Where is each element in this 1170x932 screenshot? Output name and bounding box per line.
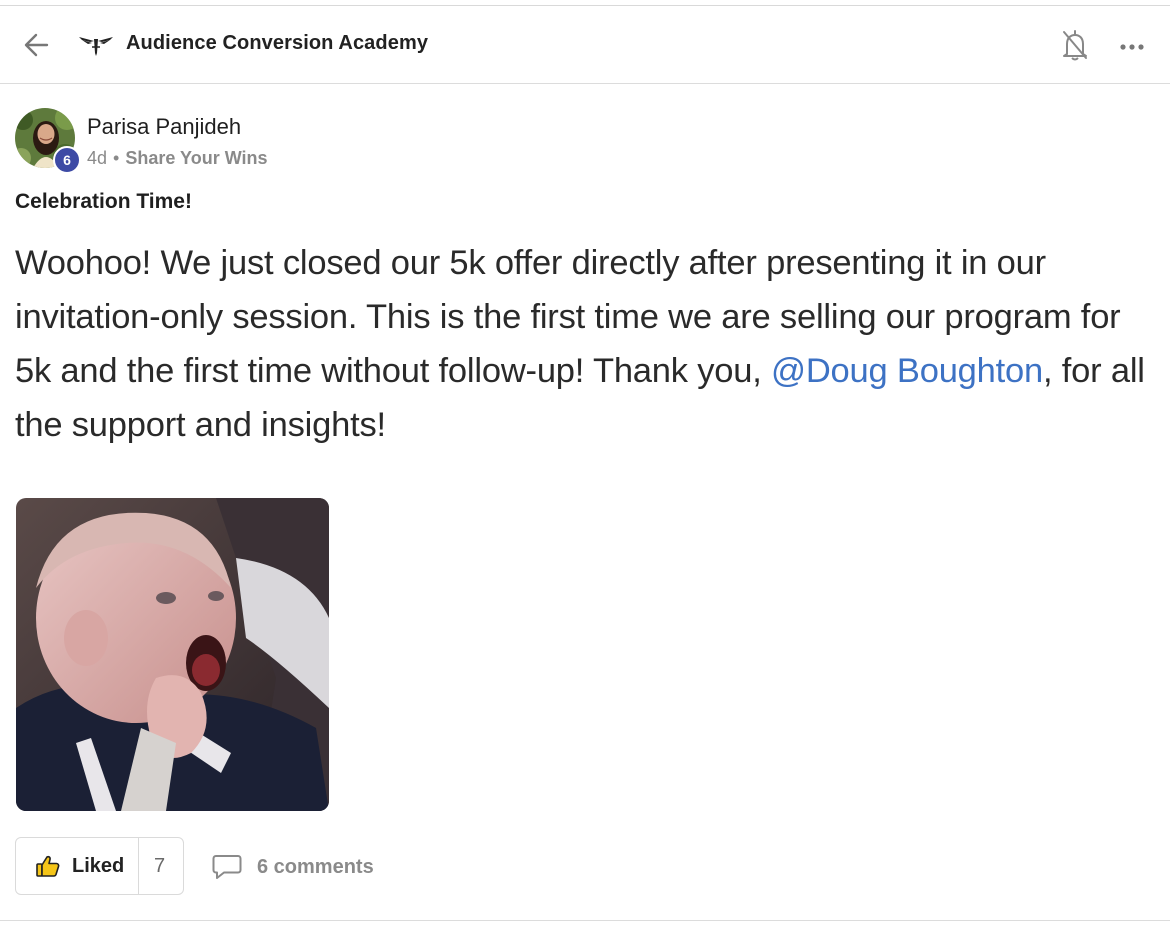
post-title: Celebration Time! <box>15 190 192 213</box>
like-divider <box>138 838 139 894</box>
post-time: 4d <box>87 148 108 168</box>
back-button[interactable] <box>22 30 52 60</box>
author-level-badge: 6 <box>53 146 81 174</box>
like-box: Liked 7 <box>15 837 184 895</box>
author-name[interactable]: Parisa Panjideh <box>87 114 241 140</box>
like-label: Liked <box>72 855 125 877</box>
thumbs-up-icon <box>36 855 60 877</box>
comment-bubble-icon <box>212 855 242 879</box>
winged-logo-icon <box>79 37 113 56</box>
comments-button[interactable]: 6 comments <box>212 852 392 882</box>
post-meta: 4d • Share Your Wins <box>87 148 268 169</box>
group-title[interactable]: Audience Conversion Academy <box>126 32 428 55</box>
comments-label: 6 comments <box>257 856 374 878</box>
group-header: Audience Conversion Academy <box>0 6 1170 84</box>
arrow-left-icon <box>24 33 49 57</box>
baby-cheering-image <box>16 498 329 811</box>
like-button[interactable]: Liked <box>16 838 138 894</box>
user-mention-link[interactable]: @Doug Boughton <box>771 352 1043 390</box>
bottom-divider <box>0 920 1170 921</box>
post-category[interactable]: Share Your Wins <box>125 148 267 168</box>
meta-separator: • <box>113 148 120 168</box>
post-image[interactable] <box>16 498 329 811</box>
more-options-button[interactable] <box>1118 40 1148 52</box>
post-body: Woohoo! We just closed our 5k offer dire… <box>15 236 1155 452</box>
like-count[interactable]: 7 <box>154 855 165 878</box>
more-horizontal-icon <box>1120 44 1144 50</box>
bell-off-icon <box>1063 30 1087 61</box>
notifications-toggle-button[interactable] <box>1060 28 1090 62</box>
